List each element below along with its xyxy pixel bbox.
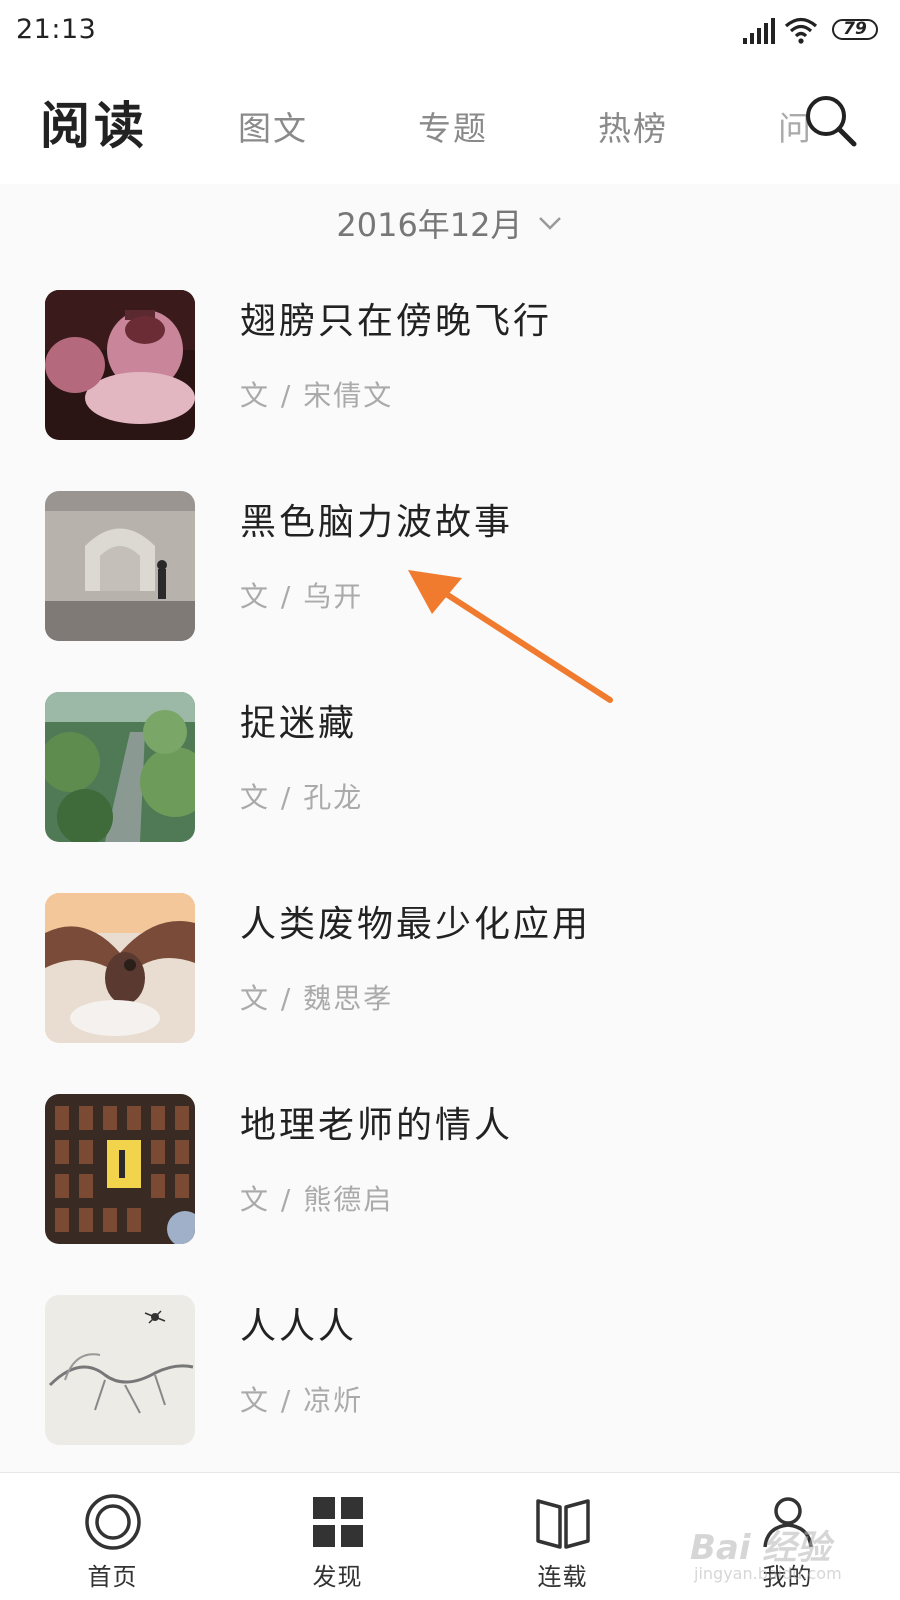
page-title: 阅读 bbox=[40, 97, 148, 155]
screen: 21:13 79 阅读 图文 专题 热榜 问 2016年12月 翅膀只在傍晚飞行… bbox=[0, 0, 900, 1600]
nav-discover[interactable]: 发现 bbox=[225, 1473, 450, 1600]
signal-icon bbox=[743, 18, 775, 44]
article-thumbnail bbox=[45, 893, 195, 1043]
home-circle-icon bbox=[85, 1494, 141, 1550]
article-author: 文 / 魏思孝 bbox=[240, 982, 394, 1015]
article-thumbnail bbox=[45, 1094, 195, 1244]
article-author: 文 / 孔龙 bbox=[240, 781, 364, 814]
nav-serial-label: 连载 bbox=[537, 1563, 588, 1591]
article-item[interactable]: 人类废物最少化应用 文 / 魏思孝 bbox=[0, 891, 900, 1051]
tab-tuwen[interactable]: 图文 bbox=[238, 102, 308, 150]
article-thumbnail bbox=[45, 491, 195, 641]
article-thumbnail bbox=[45, 692, 195, 842]
watermark: Bai 经验 jingyan.baidu.com bbox=[690, 1520, 890, 1590]
article-title: 黑色脑力波故事 bbox=[240, 502, 514, 543]
battery-level: 79 bbox=[843, 19, 867, 39]
article-author: 文 / 宋倩文 bbox=[240, 379, 394, 412]
article-title: 翅膀只在傍晚飞行 bbox=[240, 301, 553, 342]
nav-discover-label: 发现 bbox=[312, 1563, 363, 1591]
month-selector[interactable]: 2016年12月 bbox=[0, 200, 900, 270]
status-time: 21:13 bbox=[16, 14, 97, 45]
article-author: 文 / 凉炘 bbox=[240, 1384, 364, 1417]
nav-home-label: 首页 bbox=[87, 1563, 138, 1591]
app-header: 阅读 图文 专题 热榜 问 bbox=[0, 64, 900, 184]
article-title: 捉迷藏 bbox=[240, 703, 358, 744]
book-icon bbox=[536, 1499, 590, 1549]
article-title: 人人人 bbox=[240, 1306, 358, 1347]
wifi-icon bbox=[784, 17, 818, 44]
status-bar: 21:13 79 bbox=[0, 0, 900, 64]
article-thumbnail bbox=[45, 1295, 195, 1445]
article-item[interactable]: 人人人 文 / 凉炘 bbox=[0, 1293, 900, 1453]
tab-rebang[interactable]: 热榜 bbox=[598, 102, 668, 150]
chevron-down-icon bbox=[538, 217, 561, 230]
article-author: 文 / 乌开 bbox=[240, 580, 364, 613]
nav-home[interactable]: 首页 bbox=[0, 1473, 225, 1600]
tab-zhuanti[interactable]: 专题 bbox=[418, 102, 488, 150]
article-thumbnail bbox=[45, 290, 195, 440]
article-item[interactable]: 黑色脑力波故事 文 / 乌开 bbox=[0, 489, 900, 649]
grid-icon bbox=[313, 1497, 363, 1547]
article-item[interactable]: 翅膀只在傍晚飞行 文 / 宋倩文 bbox=[0, 288, 900, 448]
article-title: 地理老师的情人 bbox=[240, 1105, 514, 1146]
battery-indicator: 79 bbox=[832, 19, 878, 40]
article-item[interactable]: 捉迷藏 文 / 孔龙 bbox=[0, 690, 900, 850]
nav-serial[interactable]: 连载 bbox=[450, 1473, 675, 1600]
search-icon[interactable] bbox=[800, 90, 862, 152]
watermark-sub: jingyan.baidu.com bbox=[694, 1564, 842, 1583]
month-label: 2016年12月 bbox=[336, 206, 523, 244]
watermark-main: Bai 经验 bbox=[690, 1528, 831, 1568]
article-author: 文 / 熊德启 bbox=[240, 1183, 394, 1216]
article-item[interactable]: 地理老师的情人 文 / 熊德启 bbox=[0, 1092, 900, 1252]
article-title: 人类废物最少化应用 bbox=[240, 904, 592, 945]
